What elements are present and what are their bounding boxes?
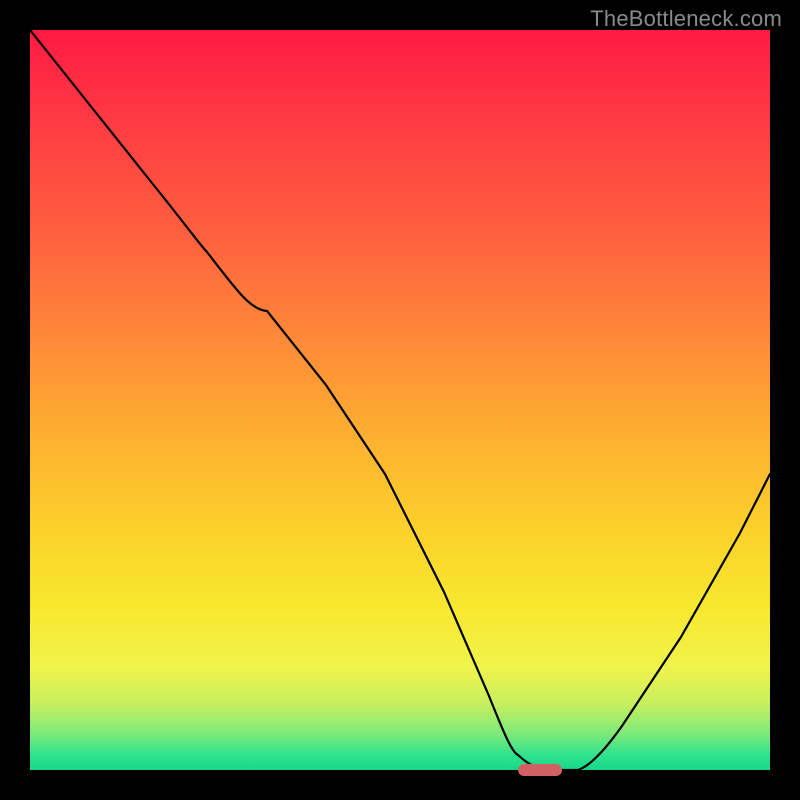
- watermark-text: TheBottleneck.com: [590, 6, 782, 32]
- chart-frame: TheBottleneck.com: [0, 0, 800, 800]
- optimal-marker: [518, 764, 562, 776]
- bottleneck-curve: [30, 30, 770, 770]
- plot-area: [30, 30, 770, 770]
